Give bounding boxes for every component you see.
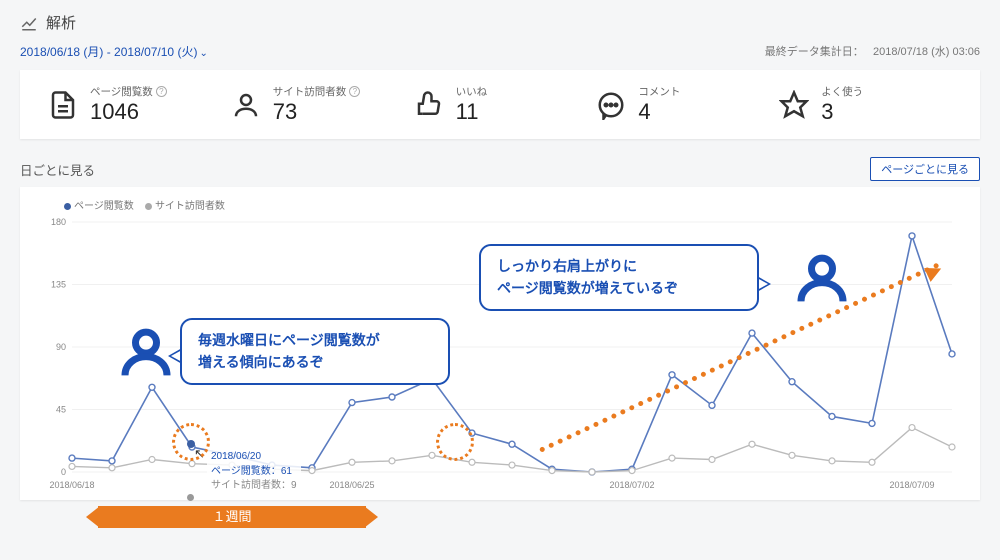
speech-tail [757,276,771,292]
chevron-down-icon: ⌄ [199,48,207,59]
annotation-bubble-2: しっかり右肩上がりに ページ閲覧数が増えているぞ [479,244,759,311]
chart-section-title: 日ごとに見る [20,160,95,179]
svg-text:45: 45 [56,405,66,415]
per-page-button[interactable]: ページごとに見る [870,157,980,181]
svg-text:2018/07/09: 2018/07/09 [889,480,934,490]
stats-card: ページ閲覧数? 1046 サイト訪問者数? 73 いいね 11 コメント 4 [20,70,980,139]
week-span-indicator: １週間 [62,506,980,530]
legend-dot-pv [64,203,71,210]
stat-visitors[interactable]: サイト訪問者数? 73 [231,84,404,125]
svg-text:2018/07/02: 2018/07/02 [609,480,654,490]
page-title: 解析 [46,12,76,33]
help-icon[interactable]: ? [349,86,360,97]
person-icon [794,250,850,306]
svg-text:135: 135 [51,280,66,290]
legend-dot-uv [145,203,152,210]
last-aggregation: 最終データ集計日： 2018/07/18 (水) 03:06 [765,43,980,60]
help-icon[interactable]: ? [156,86,167,97]
user-icon [231,90,261,120]
highlight-circle [172,423,210,461]
stat-likes[interactable]: いいね 11 [414,84,587,125]
svg-text:180: 180 [51,217,66,227]
analytics-icon [20,14,38,32]
chart-tooltip: 2018/06/20 ページ閲覧数：61 サイト訪問者数：9 [207,448,301,496]
date-range-picker[interactable]: 2018/06/18 (月) - 2018/07/10 (火)⌄ [20,43,208,60]
chart-legend: ページ閲覧数 サイト訪問者数 [64,197,966,212]
thumbs-up-icon [414,90,444,120]
page-header: 解析 [20,12,980,33]
stat-comments[interactable]: コメント 4 [596,84,769,125]
document-icon [48,90,78,120]
arrow-right-icon [364,506,378,528]
chart-card: ページ閲覧数 サイト訪問者数 0 45 90 135 180 2018/06/18 2018… [20,187,980,500]
stat-favorites[interactable]: よく使う 3 [779,84,952,125]
person-icon [118,324,174,380]
stat-pageviews[interactable]: ページ閲覧数? 1046 [48,84,221,125]
week-label: １週間 [98,506,366,528]
date-range-text: 2018/06/18 (月) - 2018/07/10 (火) [20,45,197,59]
highlight-circle [436,423,474,461]
annotation-bubble-1: 毎週水曜日にページ閲覧数が 増える傾向にあるぞ [180,318,450,385]
svg-text:2018/06/25: 2018/06/25 [329,480,374,490]
star-icon [779,90,809,120]
svg-text:90: 90 [56,342,66,352]
comment-icon [596,90,626,120]
svg-text:2018/06/18: 2018/06/18 [49,480,94,490]
hover-point-uv [187,494,194,501]
svg-text:0: 0 [61,467,66,477]
